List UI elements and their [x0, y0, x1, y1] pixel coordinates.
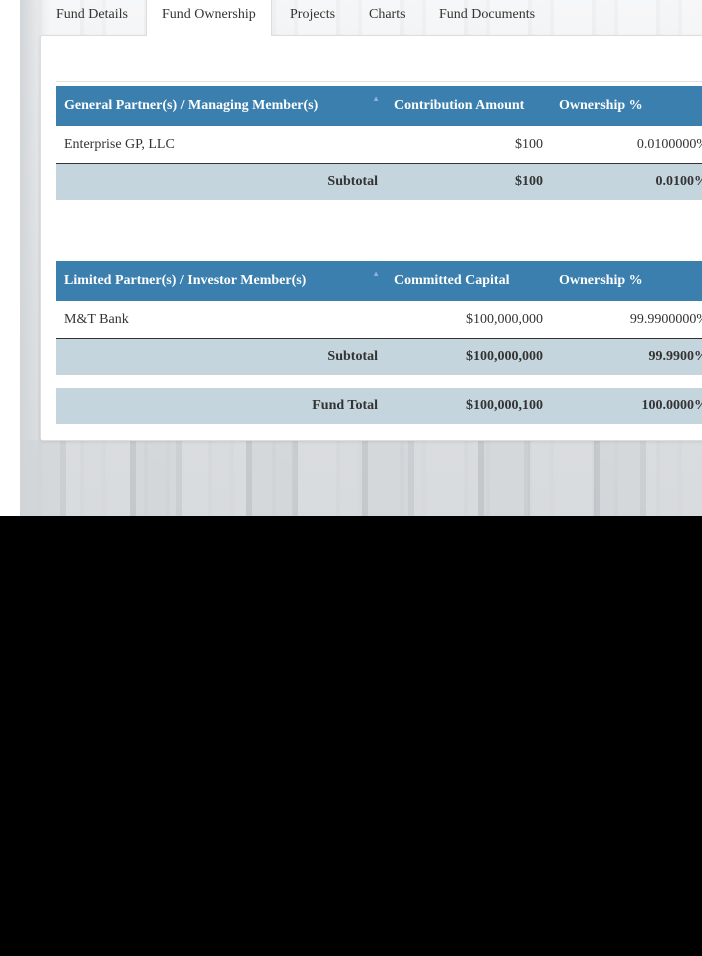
subtotal-pct: 99.9900% — [551, 338, 702, 375]
subtotal-pct: 0.0100% — [551, 163, 702, 200]
tab-fund-documents[interactable]: Fund Documents — [439, 0, 535, 35]
lp-name-header-label: Limited Partner(s) / Investor Member(s) — [64, 273, 307, 288]
fund-total-amount: $100,000,100 — [386, 388, 551, 424]
table-row: Enterprise GP, LLC $100 0.0100000% — [56, 126, 702, 164]
gp-amount-cell: $100 — [386, 126, 551, 164]
lp-name-cell: M&T Bank — [56, 301, 386, 339]
fund-total-pct: 100.0000% — [551, 388, 702, 424]
tab-projects[interactable]: Projects — [290, 0, 335, 35]
gp-name-cell: Enterprise GP, LLC — [56, 126, 386, 164]
tab-fund-ownership[interactable]: Fund Ownership — [146, 0, 272, 36]
sort-asc-icon[interactable]: ▲ — [372, 94, 380, 103]
fund-total-row: Fund Total $100,000,100 100.0000% — [56, 388, 702, 424]
app-window: Fund Details Fund Ownership Projects Cha… — [0, 0, 702, 516]
gp-name-header-label: General Partner(s) / Managing Member(s) — [64, 98, 319, 113]
limited-partner-table: Limited Partner(s) / Investor Member(s) ▲… — [56, 261, 702, 375]
lp-amount-cell: $100,000,000 — [386, 301, 551, 339]
lp-pct-cell: 99.9900000% — [551, 301, 702, 339]
subtotal-row: Subtotal $100 0.0100% — [56, 163, 702, 200]
table-row: M&T Bank $100,000,000 99.9900000% — [56, 301, 702, 339]
gp-ownership-header[interactable]: Ownership % — [551, 86, 702, 126]
committed-capital-header[interactable]: Committed Capital — [386, 261, 551, 301]
lp-ownership-header[interactable]: Ownership % — [551, 261, 702, 301]
gp-pct-cell: 0.0100000% — [551, 126, 702, 164]
panel-divider — [56, 81, 702, 82]
subtotal-amount: $100 — [386, 163, 551, 200]
subtotal-amount: $100,000,000 — [386, 338, 551, 375]
tab-charts[interactable]: Charts — [369, 0, 406, 35]
lp-name-header[interactable]: Limited Partner(s) / Investor Member(s) ▲ — [56, 261, 386, 301]
tab-fund-details[interactable]: Fund Details — [56, 0, 128, 35]
general-partner-table: General Partner(s) / Managing Member(s) ▲… — [56, 86, 702, 200]
fund-total-table: Fund Total $100,000,100 100.0000% — [56, 388, 702, 424]
fund-total-label: Fund Total — [56, 388, 386, 424]
table-header-row: General Partner(s) / Managing Member(s) ▲… — [56, 86, 702, 126]
tab-bar: Fund Details Fund Ownership Projects Cha… — [0, 0, 702, 36]
subtotal-label: Subtotal — [56, 338, 386, 375]
contribution-amount-header[interactable]: Contribution Amount — [386, 86, 551, 126]
table-header-row: Limited Partner(s) / Investor Member(s) ▲… — [56, 261, 702, 301]
subtotal-label: Subtotal — [56, 163, 386, 200]
sort-asc-icon[interactable]: ▲ — [372, 269, 380, 278]
subtotal-row: Subtotal $100,000,000 99.9900% — [56, 338, 702, 375]
gp-name-header[interactable]: General Partner(s) / Managing Member(s) ▲ — [56, 86, 386, 126]
